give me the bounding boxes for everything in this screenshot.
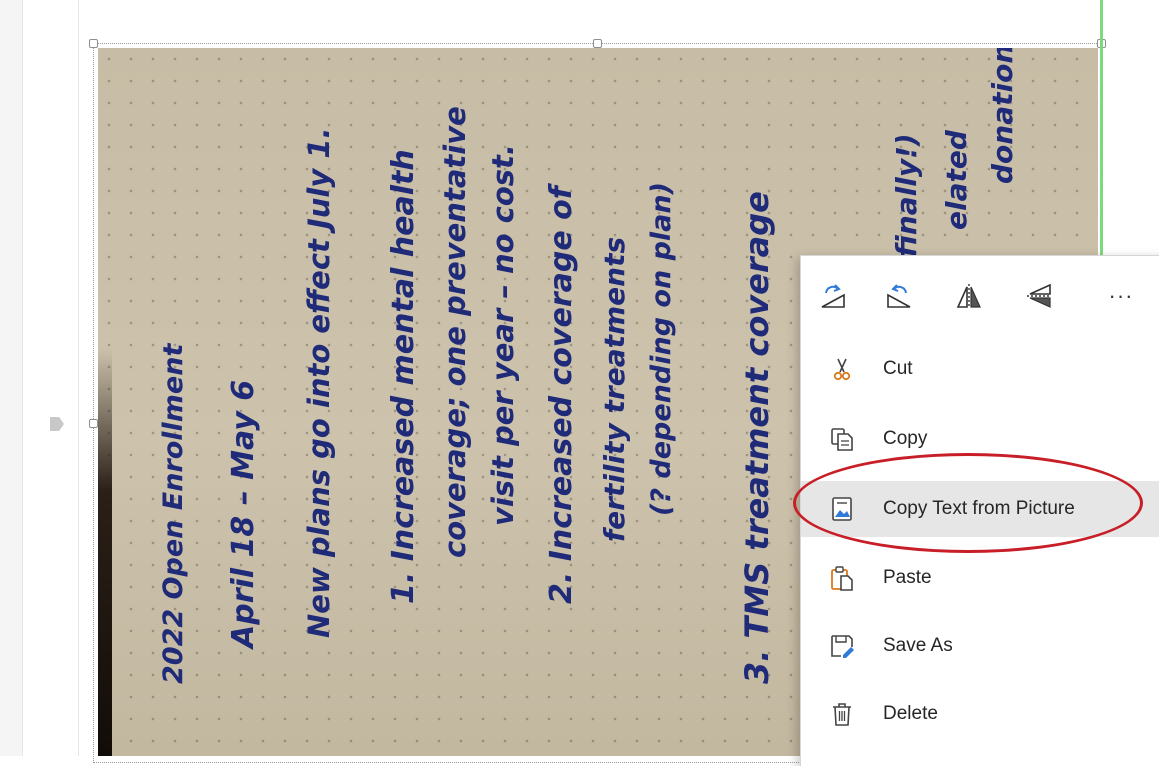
resize-handle-top-left[interactable] xyxy=(89,39,98,48)
paste-icon xyxy=(829,565,855,591)
copy-text-from-picture-icon xyxy=(829,496,855,522)
menu-item-label: Save As xyxy=(883,635,953,656)
copy-icon xyxy=(829,426,855,452)
trash-icon xyxy=(829,701,855,727)
menu-item-label: Copy Text from Picture xyxy=(883,498,1075,519)
paragraph-handle-icon[interactable] xyxy=(50,417,64,431)
menu-item-copy[interactable]: Copy xyxy=(801,411,1159,467)
rotate-left-button[interactable] xyxy=(879,276,919,316)
flip-vertical-button[interactable] xyxy=(949,276,989,316)
more-options-icon: ··· xyxy=(1108,283,1134,308)
menu-item-delete[interactable]: Delete xyxy=(801,686,1159,742)
flip-horizontal-icon xyxy=(1027,283,1051,308)
menu-item-label: Delete xyxy=(883,703,938,724)
picture-toolbar: ··· xyxy=(801,256,1159,336)
rotate-right-button[interactable] xyxy=(813,276,853,316)
menu-item-label: Cut xyxy=(883,358,913,379)
context-menu: ··· Cut Copy Copy Text from Picture Past… xyxy=(800,255,1159,766)
rotate-right-icon xyxy=(821,284,845,308)
more-options-button[interactable]: ··· xyxy=(1101,276,1141,316)
menu-item-copy-text-from-picture[interactable]: Copy Text from Picture xyxy=(801,481,1159,537)
menu-item-cut[interactable]: Cut xyxy=(801,341,1159,397)
menu-item-paste[interactable]: Paste xyxy=(801,550,1159,606)
menu-item-label: Paste xyxy=(883,567,932,588)
menu-item-save-as[interactable]: Save As xyxy=(801,618,1159,674)
resize-handle-left[interactable] xyxy=(89,419,98,428)
flip-horizontal-button[interactable] xyxy=(1019,276,1059,316)
rotate-left-icon xyxy=(887,284,911,308)
left-gutter xyxy=(0,0,23,756)
scissors-icon xyxy=(829,356,855,382)
menu-item-label: Copy xyxy=(883,428,928,449)
resize-handle-top[interactable] xyxy=(593,39,602,48)
flip-vertical-icon xyxy=(956,284,981,308)
save-as-icon xyxy=(829,633,855,659)
alignment-guide xyxy=(1100,0,1103,262)
page-margin-line xyxy=(78,0,79,756)
